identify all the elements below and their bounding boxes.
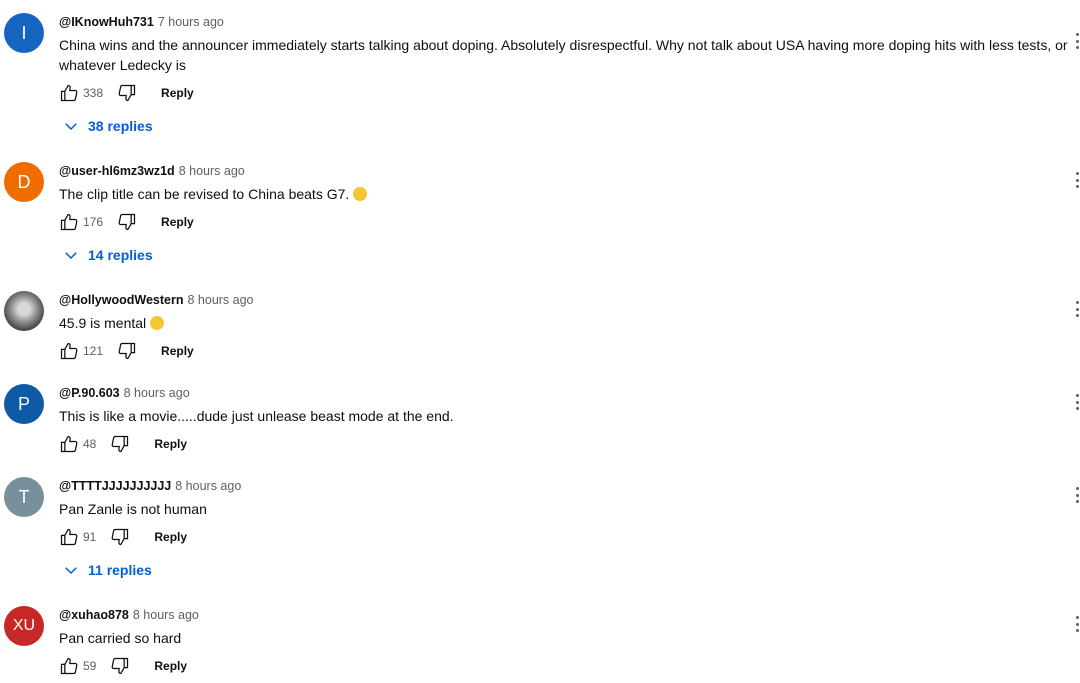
author-name[interactable]: @IKnowHuh731 bbox=[59, 15, 154, 29]
comment-actions: 121 Reply bbox=[57, 339, 194, 363]
avatar[interactable]: D bbox=[4, 162, 44, 202]
avatar[interactable]: P bbox=[4, 384, 44, 424]
view-replies-button[interactable]: 38 replies bbox=[62, 115, 153, 137]
comment-text: Pan carried so hard bbox=[59, 630, 182, 646]
replies-count: 11 replies bbox=[88, 562, 152, 578]
comment-text-content: The clip title can be revised to China b… bbox=[59, 186, 350, 202]
reply-button[interactable]: Reply bbox=[161, 86, 194, 100]
timestamp[interactable]: 8 hours ago bbox=[133, 608, 199, 622]
comment-header: @user-hl6mz3wz1d 8 hours ago bbox=[59, 162, 245, 180]
dislike-icon[interactable] bbox=[108, 654, 132, 678]
chevron-down-icon bbox=[62, 246, 80, 264]
comment-header: @HollywoodWestern 8 hours ago bbox=[59, 291, 254, 309]
comment-actions: 48 Reply bbox=[57, 432, 187, 456]
dislike-icon[interactable] bbox=[108, 432, 132, 456]
comment-text: 45.9 is mental bbox=[59, 313, 1069, 333]
like-count: 59 bbox=[83, 659, 97, 673]
like-icon[interactable] bbox=[57, 432, 81, 456]
astonished-face-emoji-icon bbox=[150, 316, 165, 330]
avatar[interactable]: T bbox=[4, 477, 44, 517]
more-actions-icon[interactable] bbox=[1074, 301, 1080, 317]
grinning-face-emoji-icon bbox=[353, 187, 368, 201]
comment-text-content: 45.9 is mental bbox=[59, 315, 147, 331]
like-icon[interactable] bbox=[57, 654, 81, 678]
comment-actions: 91 Reply bbox=[57, 525, 187, 549]
comment-actions: 59 Reply bbox=[57, 654, 187, 678]
like-icon[interactable] bbox=[57, 525, 81, 549]
reply-button[interactable]: Reply bbox=[154, 530, 187, 544]
view-replies-button[interactable]: 14 replies bbox=[62, 244, 153, 266]
timestamp[interactable]: 8 hours ago bbox=[124, 386, 190, 400]
comment-actions: 338 Reply bbox=[57, 81, 194, 105]
like-count: 121 bbox=[83, 344, 104, 358]
like-icon[interactable] bbox=[57, 210, 81, 234]
timestamp[interactable]: 8 hours ago bbox=[187, 293, 253, 307]
timestamp[interactable]: 8 hours ago bbox=[175, 479, 241, 493]
dislike-icon[interactable] bbox=[108, 525, 132, 549]
author-name[interactable]: @HollywoodWestern bbox=[59, 293, 183, 307]
reply-button[interactable]: Reply bbox=[154, 659, 187, 673]
more-actions-icon[interactable] bbox=[1074, 172, 1080, 188]
comment-text: The clip title can be revised to China b… bbox=[59, 184, 1069, 204]
like-count: 338 bbox=[83, 86, 104, 100]
author-name[interactable]: @xuhao878 bbox=[59, 608, 129, 622]
comment-text: China wins and the announcer immediately… bbox=[59, 37, 1068, 73]
like-count: 91 bbox=[83, 530, 97, 544]
reply-button[interactable]: Reply bbox=[154, 437, 187, 451]
dislike-icon[interactable] bbox=[115, 81, 139, 105]
comment-header: @xuhao878 8 hours ago bbox=[59, 606, 199, 624]
more-actions-icon[interactable] bbox=[1074, 487, 1080, 503]
author-name[interactable]: @user-hl6mz3wz1d bbox=[59, 164, 175, 178]
like-count: 48 bbox=[83, 437, 97, 451]
avatar[interactable]: I bbox=[4, 13, 44, 53]
reply-button[interactable]: Reply bbox=[161, 215, 194, 229]
avatar[interactable] bbox=[4, 291, 44, 331]
chevron-down-icon bbox=[62, 561, 80, 579]
comment-header: @TTTTJJJJJJJJJJ 8 hours ago bbox=[59, 477, 241, 495]
reply-button[interactable]: Reply bbox=[161, 344, 194, 358]
like-count: 176 bbox=[83, 215, 104, 229]
view-replies-button[interactable]: 11 replies bbox=[62, 559, 152, 581]
comment-actions: 176 Reply bbox=[57, 210, 194, 234]
like-icon[interactable] bbox=[57, 339, 81, 363]
more-actions-icon[interactable] bbox=[1074, 33, 1080, 49]
author-name[interactable]: @TTTTJJJJJJJJJJ bbox=[59, 479, 171, 493]
comment-text: Pan Zanle is not human bbox=[59, 501, 207, 517]
like-icon[interactable] bbox=[57, 81, 81, 105]
more-actions-icon[interactable] bbox=[1074, 394, 1080, 410]
timestamp[interactable]: 7 hours ago bbox=[158, 15, 224, 29]
timestamp[interactable]: 8 hours ago bbox=[179, 164, 245, 178]
comment-text: This is like a movie.....dude just unlea… bbox=[59, 408, 454, 424]
dislike-icon[interactable] bbox=[115, 210, 139, 234]
more-actions-icon[interactable] bbox=[1074, 616, 1080, 632]
comment-header: @IKnowHuh731 7 hours ago bbox=[59, 13, 224, 31]
chevron-down-icon bbox=[62, 117, 80, 135]
author-name[interactable]: @P.90.603 bbox=[59, 386, 120, 400]
replies-count: 14 replies bbox=[88, 247, 153, 263]
replies-count: 38 replies bbox=[88, 118, 153, 134]
comment-header: @P.90.603 8 hours ago bbox=[59, 384, 190, 402]
avatar[interactable]: XU bbox=[4, 606, 44, 646]
dislike-icon[interactable] bbox=[115, 339, 139, 363]
